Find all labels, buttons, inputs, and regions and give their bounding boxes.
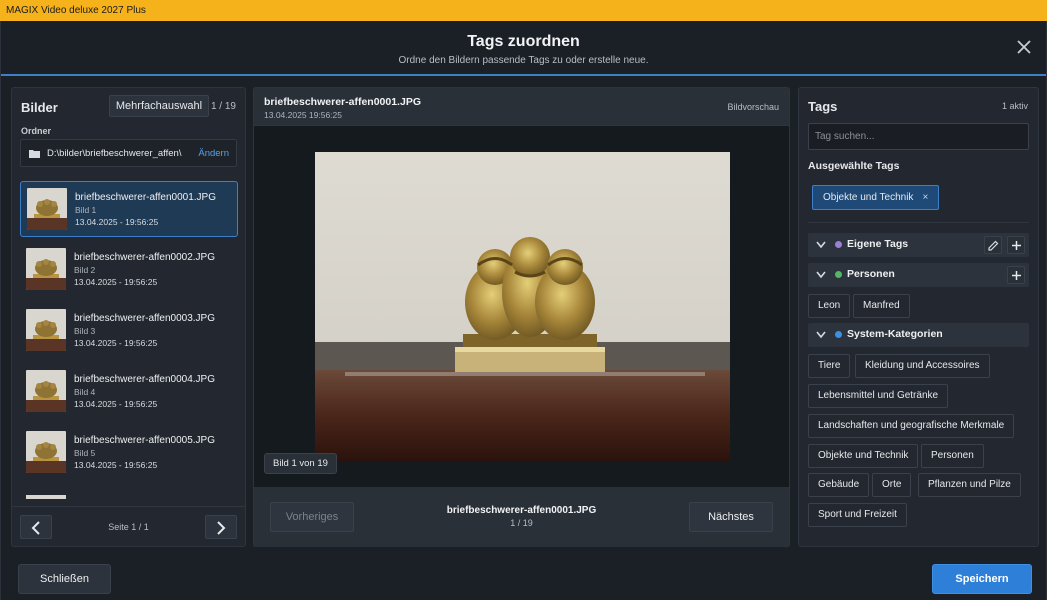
preview-label: Bildvorschau xyxy=(727,102,779,112)
category-label: System-Kategorien xyxy=(847,328,943,340)
tag-personen[interactable]: Personen xyxy=(921,444,984,468)
item-date: 13.04.2025 - 19:56:25 xyxy=(74,399,158,409)
next-image-button[interactable]: Nächstes xyxy=(689,502,773,532)
preview-footer: Vorheriges briefbeschwerer-affen0001.JPG… xyxy=(254,487,789,547)
item-sub: Bild 3 xyxy=(74,326,96,336)
next-page-button[interactable] xyxy=(205,515,237,539)
selected-tags-title: Ausgewählte Tags xyxy=(808,160,900,172)
item-name: briefbeschwerer-affen0005.JPG xyxy=(74,435,216,446)
edit-category-button[interactable] xyxy=(984,236,1002,254)
tag-objekte[interactable]: Objekte und Technik xyxy=(808,444,919,468)
category-color-dot xyxy=(835,271,842,278)
list-item[interactable]: briefbeschwerer-affen0005.JPG Bild 5 13.… xyxy=(20,425,238,481)
pagination: Seite 1 / 1 xyxy=(12,506,245,546)
image-count: 1 / 19 xyxy=(210,101,236,112)
item-sub: Bild 5 xyxy=(74,448,96,458)
window-title: MAGIX Video deluxe 2027 Plus xyxy=(6,5,146,16)
item-name: briefbeschwerer-affen0001.JPG xyxy=(75,192,217,203)
preview-stage: Bild 1 von 19 xyxy=(254,126,789,487)
list-item[interactable]: briefbeschwerer-affen0002.JPG Bild 2 13.… xyxy=(20,242,238,298)
category-own-tags[interactable]: Eigene Tags xyxy=(808,233,1029,257)
close-icon[interactable] xyxy=(1016,39,1032,55)
category-label: Personen xyxy=(847,268,895,280)
selected-tag-chip[interactable]: Objekte und Technik × xyxy=(812,185,940,210)
multi-select-button[interactable]: Mehrfachauswahl xyxy=(109,95,209,117)
image-thumbnail xyxy=(26,309,66,351)
item-sub: Bild 2 xyxy=(74,265,96,275)
category-label: Eigene Tags xyxy=(847,238,909,250)
dialog-subtitle: Ordne den Bildern passende Tags zu oder … xyxy=(398,55,649,66)
image-thumbnail xyxy=(26,248,66,290)
item-date: 13.04.2025 - 19:56:25 xyxy=(74,338,158,348)
item-date: 13.04.2025 - 19:56:25 xyxy=(74,277,158,287)
image-thumbnail xyxy=(26,492,66,499)
tag-orte[interactable]: Orte xyxy=(872,473,912,497)
preview-header: briefbeschwerer-affen0001.JPG 13.04.2025… xyxy=(254,88,789,126)
plus-icon xyxy=(1012,241,1021,250)
tag-tiere[interactable]: Tiere xyxy=(808,354,851,378)
change-folder-link[interactable]: Ändern xyxy=(198,148,229,159)
list-item[interactable]: briefbeschwerer-affen0004.JPG Bild 4 13.… xyxy=(20,364,238,420)
item-date: 13.04.2025 - 19:56:25 xyxy=(74,460,158,470)
chevron-right-icon xyxy=(217,521,226,535)
remove-tag-icon[interactable]: × xyxy=(922,192,928,203)
chevron-down-icon xyxy=(816,331,826,339)
window-titlebar: MAGIX Video deluxe 2027 Plus xyxy=(0,0,1047,21)
item-name: briefbeschwerer-affen0002.JPG xyxy=(74,252,216,263)
pencil-icon xyxy=(988,240,999,251)
image-thumbnail xyxy=(26,370,66,412)
tag-manfred[interactable]: Manfred xyxy=(853,294,910,318)
dialog-title: Tags zuordnen xyxy=(467,33,580,50)
category-color-dot xyxy=(835,331,842,338)
image-list: briefbeschwerer-affen0001.JPG Bild 1 13.… xyxy=(20,181,238,499)
preview-file-name: briefbeschwerer-affen0001.JPG xyxy=(264,96,421,108)
tags-panel: Tags 1 aktiv Ausgewählte Tags Objekte un… xyxy=(798,87,1039,547)
chevron-down-icon xyxy=(816,241,826,249)
tag-gebaeude[interactable]: Gebäude xyxy=(808,473,870,497)
list-item[interactable] xyxy=(20,486,238,499)
tag-leon[interactable]: Leon xyxy=(808,294,851,318)
tag-kleidung[interactable]: Kleidung und Accessoires xyxy=(855,354,990,378)
close-button[interactable]: Schließen xyxy=(18,564,111,594)
list-item[interactable]: briefbeschwerer-affen0003.JPG Bild 3 13.… xyxy=(20,303,238,359)
image-thumbnail xyxy=(27,188,67,230)
add-tag-button[interactable] xyxy=(1007,266,1025,284)
list-item[interactable]: briefbeschwerer-affen0001.JPG Bild 1 13.… xyxy=(20,181,238,237)
image-thumbnail xyxy=(26,431,66,473)
tag-sport[interactable]: Sport und Freizeit xyxy=(808,503,907,527)
tag-pflanzen[interactable]: Pflanzen und Pilze xyxy=(918,473,1021,497)
tag-lebensmittel[interactable]: Lebensmittel und Getränke xyxy=(808,384,949,408)
category-color-dot xyxy=(835,241,842,248)
item-date: 13.04.2025 - 19:56:25 xyxy=(75,217,159,227)
tag-landschaften[interactable]: Landschaften und geografische Merkmale xyxy=(808,414,1015,438)
item-name: briefbeschwerer-affen0003.JPG xyxy=(74,313,216,324)
preview-file-date: 13.04.2025 19:56:25 xyxy=(264,110,342,120)
active-tag-count: 1 aktiv xyxy=(1001,101,1028,111)
tags-title: Tags xyxy=(808,99,838,114)
folder-path: D:\bilder\briefbeschwerer_affen\ xyxy=(47,148,182,159)
divider xyxy=(808,222,1029,223)
plus-icon xyxy=(1012,271,1021,280)
selected-tag-label: Objekte und Technik xyxy=(823,192,914,203)
image-counter-badge: Bild 1 von 19 xyxy=(264,453,337,474)
item-sub: Bild 4 xyxy=(74,387,96,397)
preview-image xyxy=(315,152,730,462)
images-title: Bilder xyxy=(21,100,58,115)
preview-panel: briefbeschwerer-affen0001.JPG 13.04.2025… xyxy=(253,87,790,547)
folder-icon xyxy=(29,150,40,158)
dialog-header: Tags zuordnen Ordne den Bildern passende… xyxy=(1,21,1046,76)
add-tag-button[interactable] xyxy=(1007,236,1025,254)
chevron-down-icon xyxy=(816,271,826,279)
save-button[interactable]: Speichern xyxy=(932,564,1032,594)
folder-field: D:\bilder\briefbeschwerer_affen\ Ändern xyxy=(20,139,237,167)
item-name: briefbeschwerer-affen0004.JPG xyxy=(74,374,216,385)
tag-dialog: Tags zuordnen Ordne den Bildern passende… xyxy=(0,21,1047,600)
tag-search-input[interactable] xyxy=(808,123,1029,150)
item-sub: Bild 1 xyxy=(75,205,97,215)
category-persons[interactable]: Personen xyxy=(808,263,1029,287)
category-system[interactable]: System-Kategorien xyxy=(808,323,1029,347)
folder-label: Ordner xyxy=(21,126,52,136)
images-panel: Bilder Mehrfachauswahl 1 / 19 Ordner D:\… xyxy=(11,87,246,547)
